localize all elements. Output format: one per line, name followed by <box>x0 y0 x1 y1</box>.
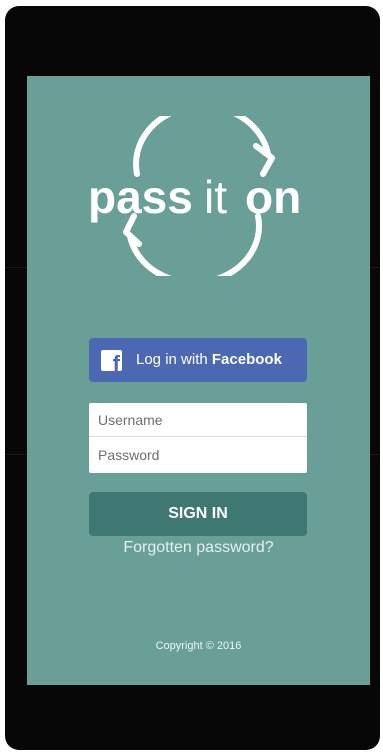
copyright-text: Copyright © 2016 <box>155 640 242 652</box>
facebook-label-brand: Facebook <box>211 351 282 368</box>
logo-word-on: on <box>245 171 301 223</box>
facebook-label-prefix: Log in with <box>136 351 212 368</box>
username-input[interactable] <box>89 403 307 437</box>
device-seam <box>5 267 27 268</box>
password-input[interactable] <box>89 438 307 472</box>
device-seam <box>370 267 380 268</box>
sign-in-button[interactable]: SIGN IN <box>89 492 307 536</box>
device-seam <box>5 454 27 455</box>
credentials-group <box>89 403 307 473</box>
device-frame: pass it on f Log in with Facebook SIGN I… <box>5 6 380 750</box>
forgotten-password-link[interactable]: Forgotten password? <box>27 539 370 557</box>
pass-it-on-logo: pass it on <box>88 116 301 276</box>
login-screen: pass it on f Log in with Facebook SIGN I… <box>27 76 370 685</box>
device-seam <box>370 454 380 455</box>
facebook-login-button[interactable]: f Log in with Facebook <box>89 338 307 382</box>
logo-word-it: it <box>204 171 227 223</box>
logo-word-pass: pass <box>88 171 193 223</box>
facebook-icon: f <box>101 350 122 371</box>
facebook-login-label: Log in with Facebook <box>136 351 282 368</box>
